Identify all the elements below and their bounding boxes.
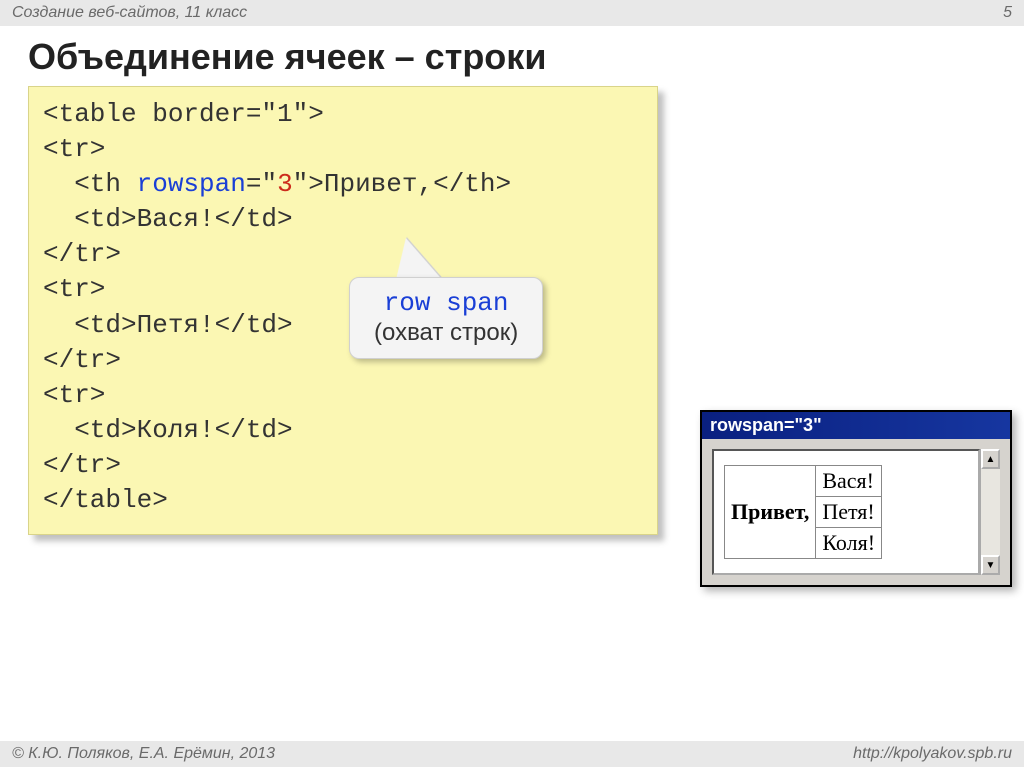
copyright-label: © К.Ю. Поляков, Е.А. Ерёмин, 2013 xyxy=(12,745,275,763)
callout-translation: (охват строк) xyxy=(374,319,518,348)
scroll-track[interactable] xyxy=(981,469,1000,555)
header-bar: Создание веб-сайтов, 11 класс 5 xyxy=(0,0,1024,26)
code-line: <td>Коля!</td> xyxy=(43,413,643,448)
code-line: <tr> xyxy=(43,132,643,167)
code-line: <tr> xyxy=(43,272,643,307)
table-cell: Коля! xyxy=(816,528,882,559)
footer-bar: © К.Ю. Поляков, Е.А. Ерёмин, 2013 http:/… xyxy=(0,741,1024,767)
page-number: 5 xyxy=(1003,4,1012,22)
window-titlebar: rowspan="3" xyxy=(702,412,1010,439)
code-line: </table> xyxy=(43,483,643,518)
callout-bubble: row span (охват строк) xyxy=(349,277,543,359)
code-line: <table border="1"> xyxy=(43,97,643,132)
table-row: Привет, Вася! xyxy=(725,466,882,497)
subject-label: Создание веб-сайтов, 11 класс xyxy=(12,4,247,22)
scroll-up-icon[interactable]: ▲ xyxy=(981,449,1000,469)
code-line: <tr> xyxy=(43,378,643,413)
browser-content: Привет, Вася! Петя! Коля! xyxy=(712,449,980,575)
scroll-down-icon[interactable]: ▼ xyxy=(981,555,1000,575)
table-header-cell: Привет, xyxy=(725,466,816,559)
table-cell: Вася! xyxy=(816,466,882,497)
demo-table: Привет, Вася! Петя! Коля! xyxy=(724,465,882,559)
table-cell: Петя! xyxy=(816,497,882,528)
page-title: Объединение ячеек – строки xyxy=(0,26,1024,86)
footer-url: http://kpolyakov.spb.ru xyxy=(853,745,1012,763)
code-line: </tr> xyxy=(43,448,643,483)
code-line: </tr> xyxy=(43,237,643,272)
browser-window: rowspan="3" Привет, Вася! Петя! Коля! ▲ … xyxy=(700,410,1012,587)
code-example: <table border="1"> <tr> <th rowspan="3">… xyxy=(28,86,658,535)
code-line: <td>Петя!</td> xyxy=(43,308,643,343)
code-line: </tr> xyxy=(43,343,643,378)
callout-term: row span xyxy=(374,288,518,319)
code-line: <td>Вася!</td> xyxy=(43,202,643,237)
browser-body: Привет, Вася! Петя! Коля! ▲ ▼ xyxy=(702,439,1010,585)
vertical-scrollbar[interactable]: ▲ ▼ xyxy=(980,449,1000,575)
code-line: <th rowspan="3">Привет,</th> xyxy=(43,167,643,202)
